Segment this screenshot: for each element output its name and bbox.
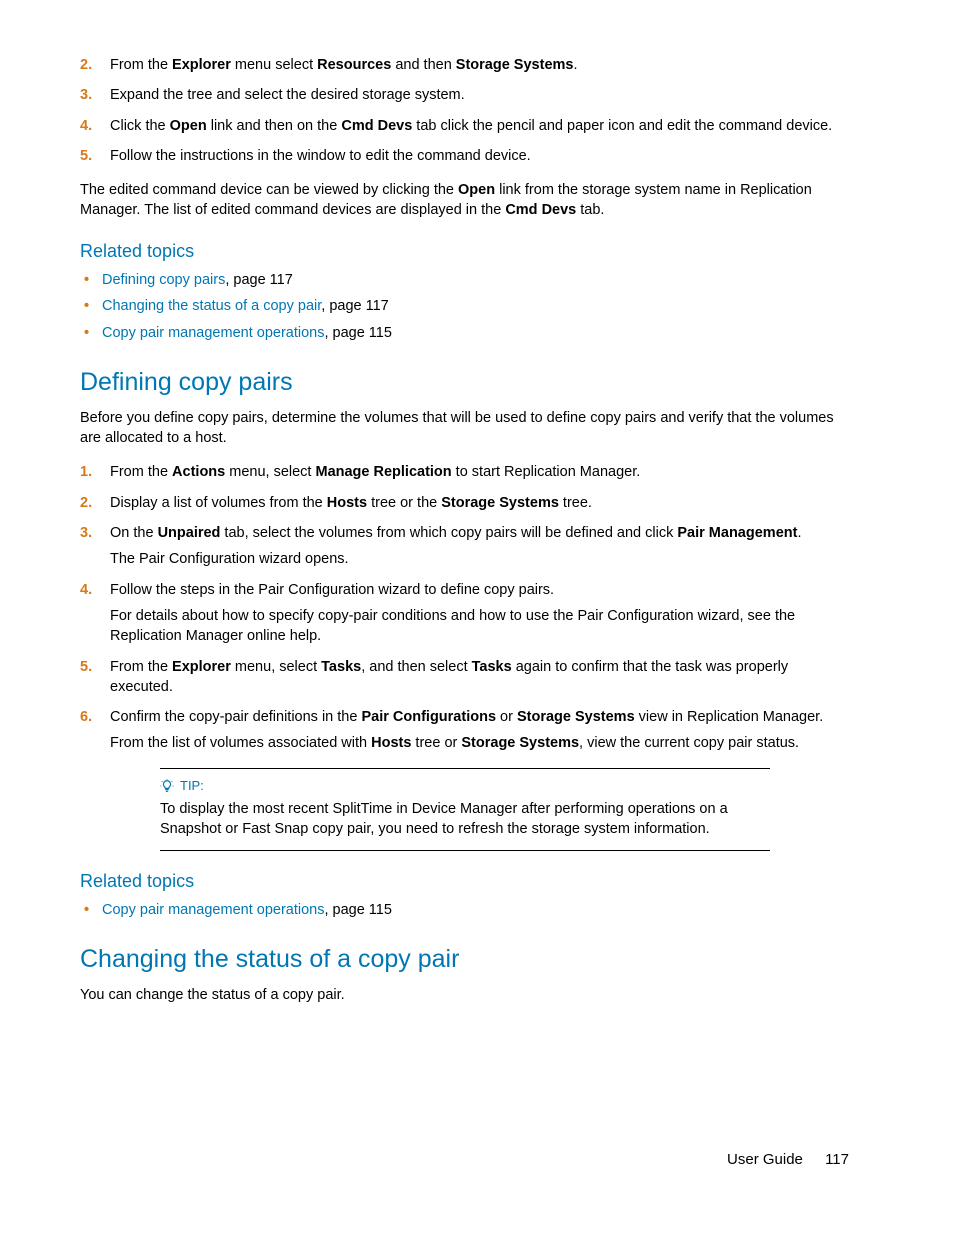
document-page: 2. From the Explorer menu select Resource… — [0, 0, 954, 1235]
step-text: From the Explorer menu, select Tasks, an… — [110, 659, 788, 695]
procedure-step: 4. Follow the steps in the Pair Configura… — [80, 580, 854, 647]
tip-header: TIP: — [160, 777, 770, 795]
related-topics-heading: Related topics — [80, 239, 854, 264]
step-text: Click the Open link and then on the Cmd … — [110, 118, 832, 134]
step-text: Display a list of volumes from the Hosts… — [110, 495, 592, 511]
procedure-step: 5. From the Explorer menu, select Tasks, … — [80, 657, 854, 698]
step-number: 4. — [80, 116, 92, 136]
related-topic-item: Copy pair management operations, page 11… — [80, 323, 854, 343]
procedure-steps-top: 2. From the Explorer menu select Resource… — [80, 55, 854, 166]
related-topic-item: Changing the status of a copy pair, page… — [80, 296, 854, 316]
result-paragraph: The edited command device can be viewed … — [80, 180, 854, 221]
procedure-step: 3. Expand the tree and select the desired… — [80, 85, 854, 105]
step-text: Confirm the copy-pair definitions in the… — [110, 709, 823, 725]
step-text: From the Explorer menu select Resources … — [110, 57, 578, 73]
procedure-step: 6. Confirm the copy-pair definitions in t… — [80, 707, 854, 754]
procedure-steps-defining: 1. From the Actions menu, select Manage R… — [80, 462, 854, 753]
tip-label: TIP: — [180, 777, 204, 795]
step-result: From the list of volumes associated with… — [110, 733, 854, 753]
procedure-step: 1. From the Actions menu, select Manage R… — [80, 462, 854, 482]
procedure-step: 2. Display a list of volumes from the Hos… — [80, 493, 854, 513]
related-topic-suffix: , page 117 — [321, 298, 388, 314]
related-topics-list: Copy pair management operations, page 11… — [80, 900, 854, 920]
procedure-step: 5. Follow the instructions in the window … — [80, 146, 854, 166]
step-number: 5. — [80, 146, 92, 166]
tip-body: To display the most recent SplitTime in … — [160, 799, 770, 840]
section-intro: You can change the status of a copy pair… — [80, 985, 854, 1005]
procedure-step: 2. From the Explorer menu select Resource… — [80, 55, 854, 75]
step-number: 3. — [80, 523, 92, 543]
footer-label: User Guide — [727, 1151, 803, 1168]
section-intro: Before you define copy pairs, determine … — [80, 408, 854, 449]
step-number: 2. — [80, 493, 92, 513]
step-text: From the Actions menu, select Manage Rep… — [110, 464, 640, 480]
procedure-step: 3. On the Unpaired tab, select the volume… — [80, 523, 854, 570]
step-number: 6. — [80, 707, 92, 727]
step-text: Expand the tree and select the desired s… — [110, 87, 465, 103]
section-heading-changing-status: Changing the status of a copy pair — [80, 942, 854, 977]
related-topic-suffix: , page 115 — [324, 325, 391, 341]
related-topic-link[interactable]: Copy pair management operations — [102, 902, 324, 918]
step-number: 2. — [80, 55, 92, 75]
step-text: Follow the instructions in the window to… — [110, 148, 531, 164]
related-topic-suffix: , page 117 — [225, 272, 292, 288]
step-text: On the Unpaired tab, select the volumes … — [110, 525, 801, 541]
related-topic-item: Defining copy pairs, page 117 — [80, 270, 854, 290]
related-topic-suffix: , page 115 — [324, 902, 391, 918]
step-number: 5. — [80, 657, 92, 677]
step-result: For details about how to specify copy-pa… — [110, 606, 854, 647]
procedure-step: 4. Click the Open link and then on the Cm… — [80, 116, 854, 136]
related-topic-item: Copy pair management operations, page 11… — [80, 900, 854, 920]
page-number: 117 — [825, 1151, 849, 1168]
step-number: 1. — [80, 462, 92, 482]
section-heading-defining-copy-pairs: Defining copy pairs — [80, 365, 854, 400]
step-text: Follow the steps in the Pair Configurati… — [110, 582, 554, 598]
lightbulb-icon — [160, 779, 174, 793]
step-number: 4. — [80, 580, 92, 600]
tip-callout: TIP: To display the most recent SplitTim… — [160, 768, 770, 851]
step-number: 3. — [80, 85, 92, 105]
related-topics-heading: Related topics — [80, 869, 854, 894]
page-footer: User Guide 117 — [727, 1149, 849, 1170]
related-topic-link[interactable]: Defining copy pairs — [102, 272, 225, 288]
related-topics-list: Defining copy pairs, page 117Changing th… — [80, 270, 854, 343]
related-topic-link[interactable]: Changing the status of a copy pair — [102, 298, 321, 314]
step-result: The Pair Configuration wizard opens. — [110, 549, 854, 569]
related-topic-link[interactable]: Copy pair management operations — [102, 325, 324, 341]
